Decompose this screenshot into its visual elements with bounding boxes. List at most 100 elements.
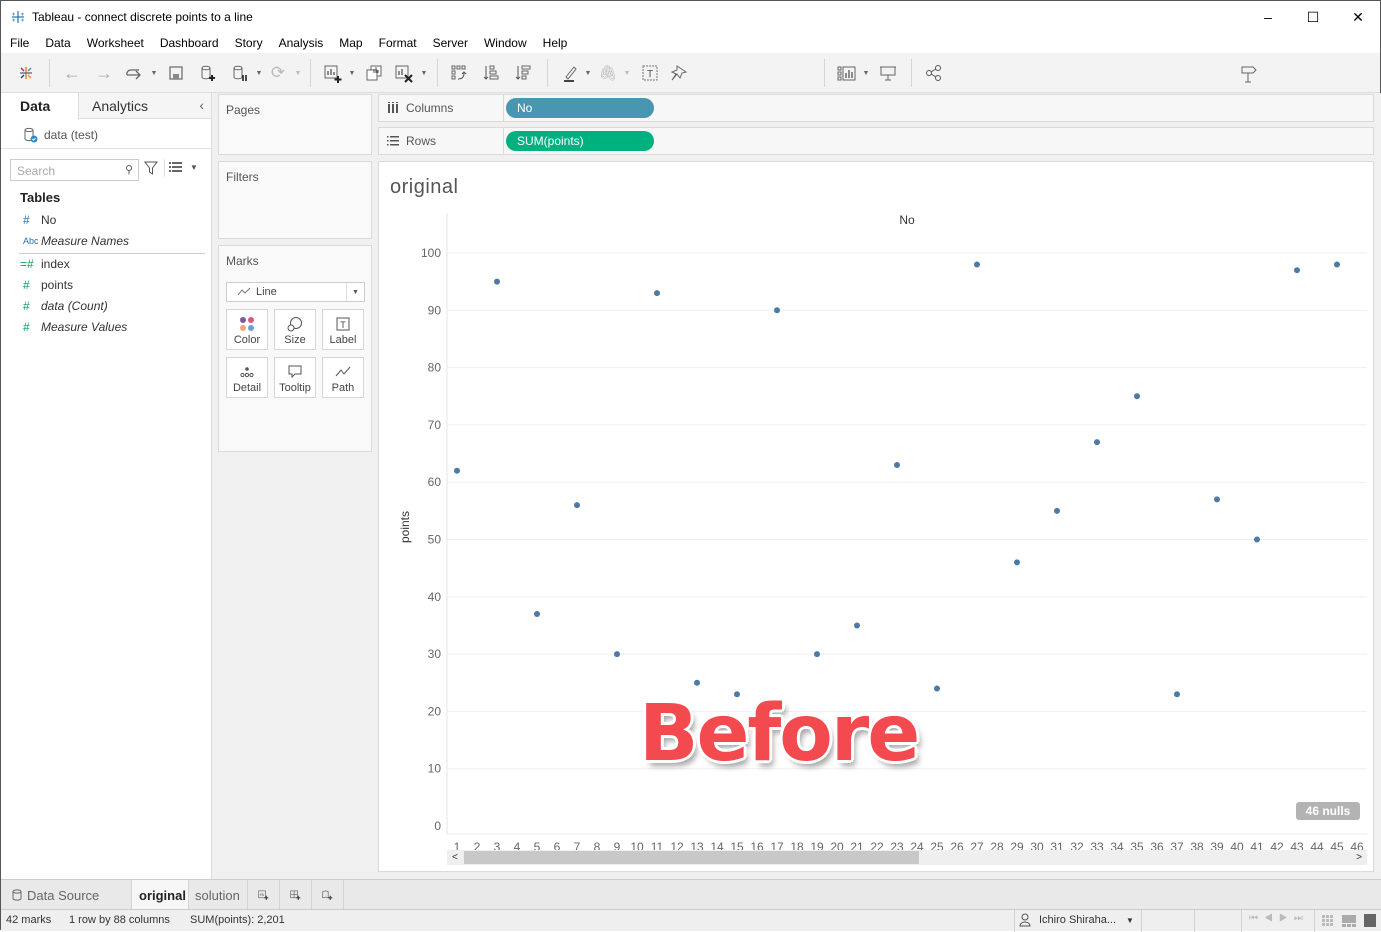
tab-analytics[interactable]: Analytics [92,98,148,114]
field-index[interactable]: =# index [1,254,70,274]
pages-card[interactable]: Pages [218,94,372,155]
data-point[interactable] [1334,261,1340,268]
new-worksheet-icon[interactable] [321,61,345,85]
data-point[interactable] [814,651,820,658]
data-point[interactable] [534,610,540,617]
field-measure-values[interactable]: # Measure Values [1,317,127,337]
marks-path-button[interactable]: Path [322,357,364,398]
rows-shelf[interactable]: Rows SUM(points) [378,127,1374,155]
new-worksheet-dropdown[interactable]: ▼ [347,61,357,85]
swap-rows-columns-icon[interactable] [448,61,470,85]
replay-dropdown[interactable]: ▼ [149,61,159,85]
menu-help[interactable]: Help [535,36,576,50]
data-point[interactable] [1134,393,1140,400]
user-menu[interactable]: Ichiro Shiraha... ▼ [1019,913,1134,927]
menu-dashboard[interactable]: Dashboard [152,36,227,50]
tab-data[interactable]: Data [1,93,79,120]
highlight-dropdown[interactable]: ▼ [583,61,593,85]
menu-window[interactable]: Window [476,36,535,50]
filter-icon[interactable] [144,161,158,178]
data-point[interactable] [1214,496,1220,503]
data-point[interactable] [854,622,860,629]
marks-color-button[interactable]: Color [226,309,268,350]
duplicate-sheet-icon[interactable] [363,61,385,85]
horizontal-scrollbar[interactable]: < > [447,850,1367,865]
tooltip-sign-icon[interactable] [1238,61,1260,85]
show-labels-icon[interactable]: T [639,61,661,85]
columns-shelf[interactable]: Columns No [378,94,1374,122]
rows-pill-sum-points[interactable]: SUM(points) [506,131,654,151]
show-tabs-icon[interactable] [1342,915,1356,930]
marks-size-button[interactable]: Size [274,309,316,350]
field-points[interactable]: # points [1,275,73,295]
field-data-count[interactable]: # data (Count) [1,296,108,316]
scrollbar-thumb[interactable] [464,851,919,864]
maximize-button[interactable]: ☐ [1290,1,1336,33]
columns-pill-no[interactable]: No [506,98,654,118]
sheet-navigation-icons[interactable]: ⏮◀▶⏭ [1249,913,1309,924]
menu-analysis[interactable]: Analysis [271,36,332,50]
data-point[interactable] [934,685,940,692]
data-point[interactable] [494,278,500,285]
group-dropdown[interactable]: ▼ [622,61,632,85]
presentation-icon[interactable] [877,61,899,85]
collapse-pane-icon[interactable]: ‹ [199,97,204,113]
share-icon[interactable] [923,61,945,85]
sort-descending-icon[interactable] [512,61,534,85]
redo-icon[interactable]: → [93,61,115,85]
show-cards-icon[interactable] [835,61,859,85]
data-point[interactable] [1294,267,1300,274]
new-datasource-icon[interactable] [197,61,219,85]
scroll-left-arrow[interactable]: < [452,850,458,865]
clear-sheet-icon[interactable] [393,61,415,85]
nulls-indicator[interactable]: 46 nulls [1296,802,1360,820]
new-dashboard-tab-icon[interactable] [280,880,312,910]
sort-ascending-icon[interactable] [480,61,502,85]
new-worksheet-tab-icon[interactable] [248,880,280,910]
data-point[interactable] [1054,507,1060,514]
pause-updates-icon[interactable] [229,61,251,85]
data-point[interactable] [774,307,780,314]
data-point[interactable] [654,290,660,297]
menu-worksheet[interactable]: Worksheet [79,36,152,50]
pin-icon[interactable] [668,61,690,85]
data-point[interactable] [1254,536,1260,543]
marks-label-button[interactable]: T Label [322,309,364,350]
mark-type-select[interactable]: Line ▼ [226,282,365,302]
view-options-icon[interactable] [169,161,183,176]
menu-data[interactable]: Data [37,36,78,50]
data-point[interactable] [1014,559,1020,566]
menu-format[interactable]: Format [371,36,425,50]
data-point[interactable] [454,467,460,474]
refresh-dropdown[interactable]: ▼ [293,61,303,85]
single-sheet-view-icon[interactable] [1364,914,1376,927]
data-point[interactable] [574,502,580,509]
clear-sheet-dropdown[interactable]: ▼ [419,61,429,85]
menu-file[interactable]: File [1,36,37,50]
undo-icon[interactable]: ← [61,61,83,85]
data-point[interactable] [1094,439,1100,446]
highlight-icon[interactable] [559,61,581,85]
field-measure-names[interactable]: Abc Measure Names [1,231,129,251]
search-input[interactable]: Search ⚲ [10,159,139,181]
show-cards-dropdown[interactable]: ▼ [861,61,871,85]
menu-story[interactable]: Story [227,36,271,50]
view-options-dropdown[interactable]: ▼ [190,163,198,172]
close-button[interactable]: ✕ [1335,1,1381,33]
menu-map[interactable]: Map [331,36,370,50]
tableau-home-icon[interactable] [15,61,37,85]
datasource-item[interactable]: data (test) [23,127,98,143]
pause-dropdown[interactable]: ▼ [254,61,264,85]
refresh-icon[interactable]: ⟳ [267,61,289,85]
data-point[interactable] [1174,691,1180,698]
data-point[interactable] [894,462,900,469]
tab-sheet-original[interactable]: original [132,880,189,910]
tab-sheet-solution[interactable]: solution [189,880,248,910]
marks-detail-button[interactable]: Detail [226,357,268,398]
new-story-tab-icon[interactable] [312,880,344,910]
group-icon[interactable]: 🖇 [597,61,619,85]
tab-data-source[interactable]: Data Source [1,880,132,910]
data-point[interactable] [614,651,620,658]
menu-server[interactable]: Server [425,36,476,50]
scroll-right-arrow[interactable]: > [1356,850,1362,865]
